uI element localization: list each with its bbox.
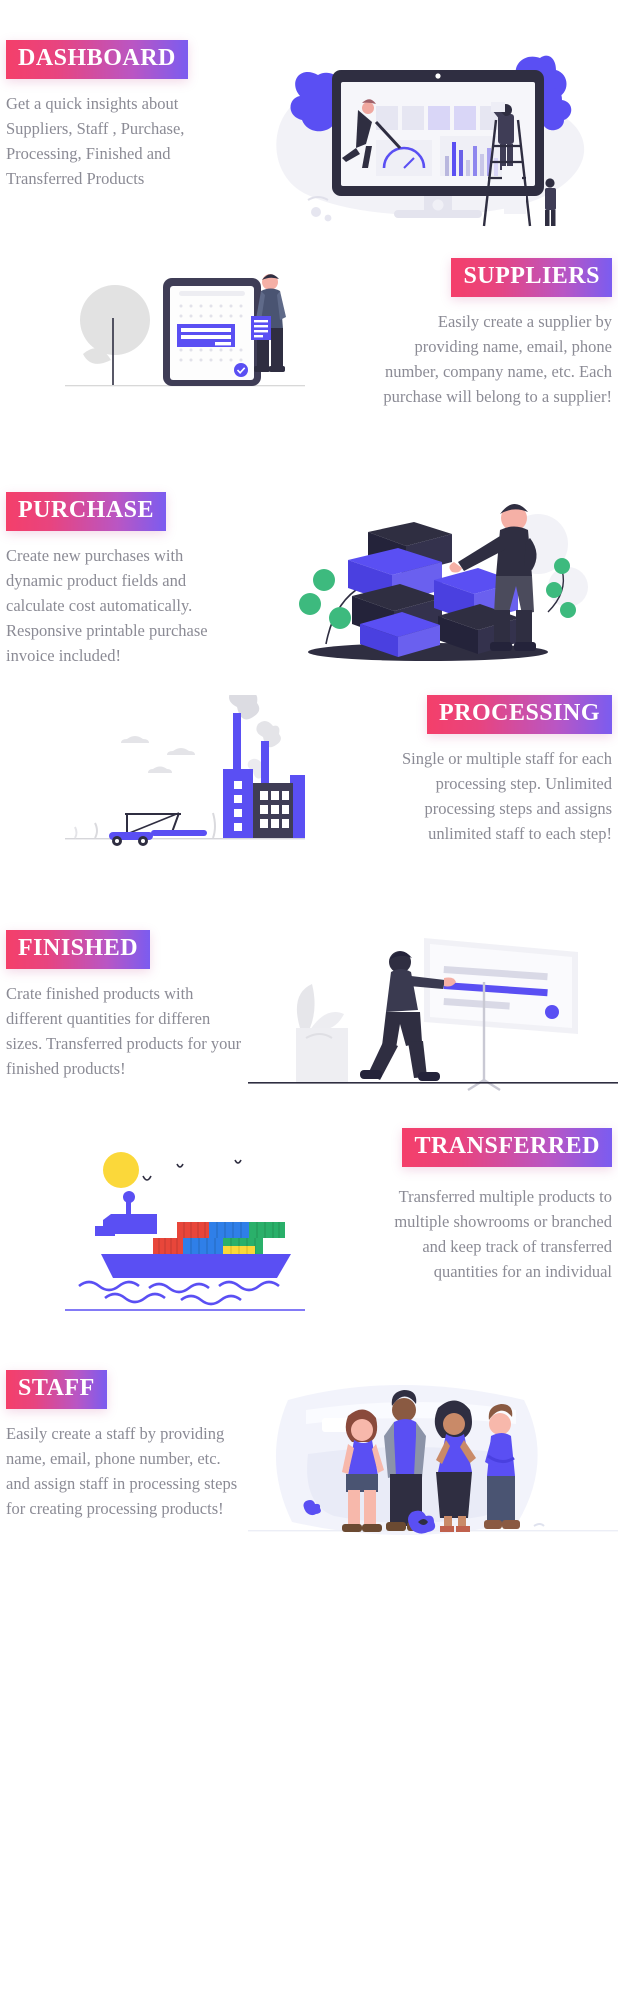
tablet-form-illustration [0, 258, 370, 403]
stacked-boxes-illustration [248, 492, 618, 672]
feature-copy-finished: FINISHED Crate finished products with di… [0, 930, 248, 1081]
staff-group-illustration [248, 1370, 618, 1560]
feature-section-dashboard: DASHBOARD Get a quick insights about Sup… [0, 40, 618, 230]
feature-copy-transferred: TRANSFERRED Transferred multiple product… [370, 1128, 618, 1284]
feature-description-staff: Easily create a staff by providing name,… [6, 1423, 238, 1518]
feature-copy-dashboard: DASHBOARD Get a quick insights about Sup… [0, 40, 248, 191]
feature-description-dashboard: Get a quick insights about Suppliers, St… [6, 93, 185, 188]
feature-badge-processing: PROCESSING [426, 695, 612, 734]
cargo-ship-illustration [0, 1128, 370, 1313]
feature-section-finished: FINISHED Crate finished products with di… [0, 930, 618, 1100]
feature-badge-purchase: PURCHASE [6, 492, 167, 531]
feature-badge-staff: STAFF [6, 1370, 107, 1409]
feature-copy-suppliers: SUPPLIERS Easily create a supplier by pr… [370, 258, 618, 409]
factory-illustration [0, 695, 370, 855]
feature-section-suppliers: SUPPLIERS Easily create a supplier by pr… [0, 258, 618, 409]
feature-section-transferred: TRANSFERRED Transferred multiple product… [0, 1128, 618, 1313]
feature-copy-staff: STAFF Easily create a staff by providing… [0, 1370, 248, 1521]
feature-section-staff: STAFF Easily create a staff by providing… [0, 1370, 618, 1560]
feature-badge-transferred: TRANSFERRED [402, 1128, 612, 1167]
presentation-board-illustration [248, 930, 618, 1100]
dashboard-monitor-illustration [248, 40, 618, 230]
feature-section-purchase: PURCHASE Create new purchases with dynam… [0, 492, 618, 672]
feature-description-suppliers: Easily create a supplier by providing na… [383, 311, 612, 406]
feature-description-purchase: Create new purchases with dynamic produc… [6, 545, 208, 666]
feature-copy-purchase: PURCHASE Create new purchases with dynam… [0, 492, 248, 668]
feature-description-processing: Single or multiple staff for each proces… [401, 748, 612, 843]
feature-badge-finished: FINISHED [6, 930, 151, 969]
feature-badge-dashboard: DASHBOARD [6, 40, 188, 79]
feature-badge-suppliers: SUPPLIERS [451, 258, 612, 297]
feature-copy-processing: PROCESSING Single or multiple staff for … [370, 695, 618, 846]
feature-description-finished: Crate finished products with different q… [6, 983, 242, 1078]
landing-feature-page: DASHBOARD Get a quick insights about Sup… [0, 0, 618, 2014]
feature-description-transferred: Transferred multiple products to multipl… [394, 1186, 612, 1281]
feature-section-processing: PROCESSING Single or multiple staff for … [0, 695, 618, 855]
